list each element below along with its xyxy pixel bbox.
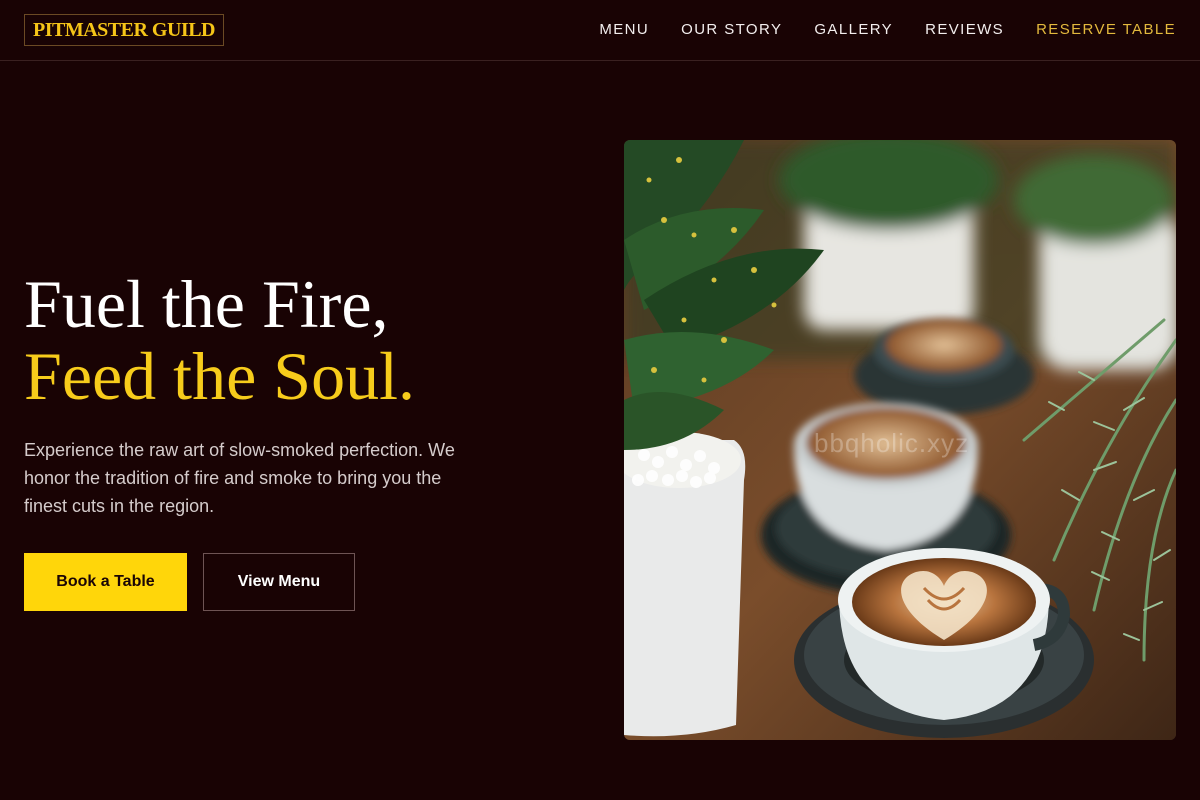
headline-line-2: Feed the Soul. <box>24 338 415 414</box>
view-menu-button[interactable]: View Menu <box>203 553 355 611</box>
image-watermark: bbqholic.xyz <box>814 428 970 458</box>
book-table-button[interactable]: Book a Table <box>24 553 187 611</box>
nav-item-reserve-table[interactable]: RESERVE TABLE <box>1036 20 1176 40</box>
hero-description: Experience the raw art of slow-smoked pe… <box>24 440 455 516</box>
brand-logo[interactable]: PITMASTER GUILD <box>24 14 224 46</box>
nav-item-reviews[interactable]: REVIEWS <box>925 20 1004 40</box>
headline-line-1: Fuel the Fire, <box>24 266 389 342</box>
site-header: PITMASTER GUILD MENU OUR STORY GALLERY R… <box>0 0 1200 61</box>
main-nav: MENU OUR STORY GALLERY REVIEWS RESERVE T… <box>599 20 1176 40</box>
nav-item-gallery[interactable]: GALLERY <box>814 20 893 40</box>
hero-headline: Fuel the Fire, Feed the Soul. <box>24 268 584 412</box>
nav-item-our-story[interactable]: OUR STORY <box>681 20 782 40</box>
nav-item-menu[interactable]: MENU <box>599 20 649 40</box>
hero-image: bbqholic.xyz <box>624 140 1176 740</box>
page: PITMASTER GUILD MENU OUR STORY GALLERY R… <box>0 0 1200 800</box>
